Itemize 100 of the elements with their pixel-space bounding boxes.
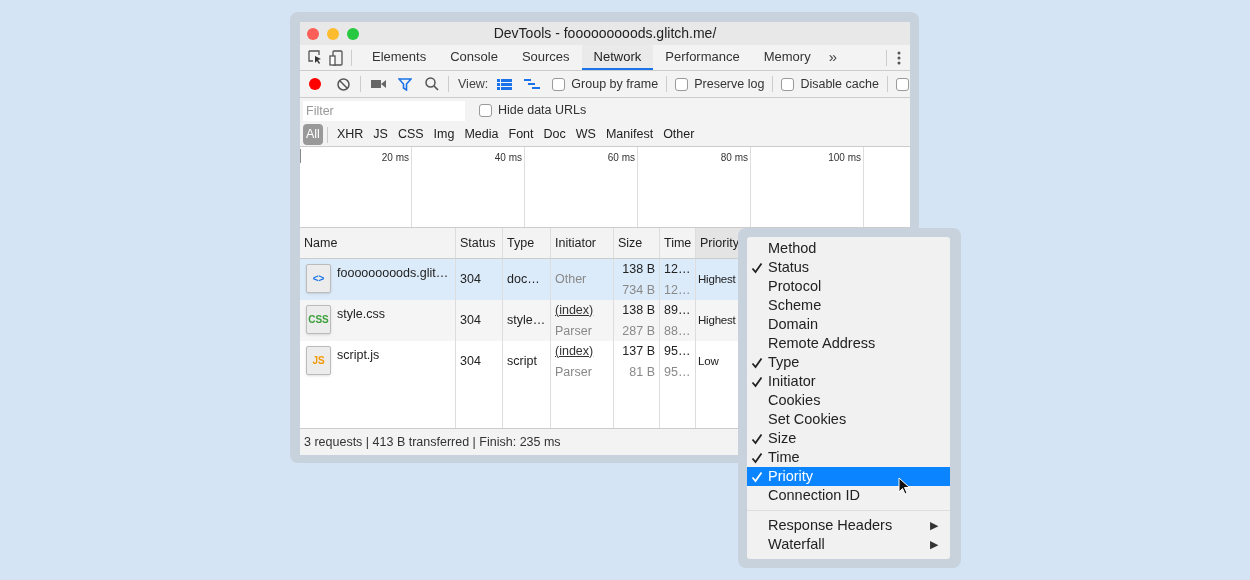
table-cell-text: style… (507, 312, 546, 330)
panel-tab[interactable]: Memory (751, 45, 823, 70)
table-cell-text: 304 (460, 353, 482, 371)
table-cell-text: fooooooooods.glit… (337, 265, 449, 282)
type-filter-button[interactable]: Img (428, 125, 460, 144)
large-rows-icon[interactable] (497, 78, 513, 90)
window-title: DevTools - fooooooooods.glitch.me/ (493, 24, 717, 43)
panel-tab[interactable]: Sources (509, 45, 582, 70)
table-cell-text: 138 B (622, 301, 655, 319)
checkmark-icon (751, 451, 763, 464)
video-camera-icon[interactable] (371, 79, 386, 89)
type-filter-button[interactable]: XHR (331, 125, 369, 144)
clear-icon[interactable] (337, 77, 350, 91)
table-cell-text: doc… (507, 271, 541, 289)
timeline-tick-label: 60 ms (607, 151, 635, 165)
more-options-icon[interactable] (897, 50, 901, 65)
checkbox-label[interactable]: Group by frame (571, 74, 659, 94)
column-header[interactable]: Initiator (551, 228, 614, 258)
checkmark-icon (751, 261, 763, 274)
timeline-tick-label: 100 ms (828, 151, 861, 165)
menu-item[interactable]: Priority (747, 467, 950, 486)
table-cell-text: Parser (555, 322, 593, 340)
table-cell-text: style.css (337, 306, 385, 323)
checkbox[interactable] (479, 104, 492, 117)
file-icon: <> (306, 264, 331, 293)
table-cell-text: Parser (555, 363, 593, 381)
table-cell-text: 138 B (622, 260, 655, 278)
type-filter-button[interactable]: Doc (538, 125, 571, 144)
checkmark-icon (751, 432, 763, 445)
waterfall-icon[interactable] (524, 78, 541, 90)
submenu-arrow: ▶ (930, 537, 938, 553)
table-cell-text: 304 (460, 312, 482, 330)
search-icon[interactable] (425, 77, 439, 91)
more-tabs-button[interactable]: » (828, 46, 837, 69)
menu-item[interactable]: Connection ID (747, 486, 950, 505)
checkbox-label[interactable]: Preserve log (694, 74, 765, 94)
inspect-icon[interactable] (308, 50, 323, 65)
panel-tab[interactable]: Console (438, 45, 510, 70)
menu-item[interactable]: Set Cookies (747, 410, 950, 429)
table-cell-text: 95… (664, 363, 691, 381)
checkbox-label[interactable]: Disable cache (800, 74, 879, 94)
checkmark-icon (751, 356, 763, 369)
table-cell-text: Other (555, 271, 587, 289)
checkbox[interactable] (895, 77, 909, 91)
table-cell-text: 12… (664, 260, 691, 278)
table-cell-text: 137 B (622, 342, 655, 360)
panel-tab[interactable]: Performance (653, 45, 752, 70)
timeline-tick-label: 40 ms (494, 151, 522, 165)
table-cell-text: script (507, 353, 538, 371)
panel-tab[interactable]: Network (581, 45, 654, 70)
menu-item[interactable]: Size (747, 429, 950, 448)
filter-field[interactable]: Filter (303, 100, 465, 121)
table-cell-text: 287 B (622, 322, 655, 340)
menu-item[interactable]: Cookies (747, 391, 950, 410)
filter-icon[interactable] (398, 77, 412, 91)
type-filter-button[interactable]: CSS (392, 125, 429, 144)
view-label: View: (458, 75, 489, 93)
type-filter-button[interactable]: WS (570, 125, 601, 144)
timeline-tick-label: 20 ms (381, 151, 409, 165)
device-icon[interactable] (329, 49, 343, 66)
table-cell-text: Highest (698, 271, 736, 287)
checkmark-icon (751, 375, 763, 388)
file-icon: JS (306, 346, 331, 375)
checkmark-icon (751, 470, 763, 483)
table-cell-text: 95… (664, 342, 691, 360)
column-header[interactable]: Size (614, 228, 660, 258)
table-cell-text: 12… (664, 281, 691, 299)
checkbox[interactable] (552, 77, 566, 91)
type-filter-button[interactable]: Other (658, 125, 700, 144)
mouse-pointer-icon (898, 477, 910, 495)
checkbox-label[interactable]: Hide data URLs (498, 101, 587, 120)
menu-item[interactable]: Waterfall ▶ (747, 535, 950, 554)
menu-item[interactable]: Time (747, 448, 950, 467)
table-cell-text: 81 B (629, 363, 655, 381)
panel-tab[interactable]: Elements (360, 45, 439, 70)
submenu-arrow: ▶ (930, 518, 938, 534)
table-cell-text: 304 (460, 271, 482, 289)
checkbox[interactable] (781, 77, 795, 91)
record-button[interactable] (308, 77, 322, 91)
column-header[interactable]: Status (456, 228, 503, 258)
table-cell-text: 734 B (622, 281, 655, 299)
checkbox[interactable] (675, 77, 689, 91)
column-header[interactable]: Type (503, 228, 551, 258)
table-cell-text: Highest (698, 312, 736, 328)
table-cell-text: Low (698, 353, 719, 369)
type-filter-button[interactable]: Manifest (600, 125, 659, 144)
initiator-link[interactable]: (index) (555, 300, 594, 320)
menu-item[interactable]: Method (747, 239, 950, 258)
table-cell-text: 89… (664, 301, 691, 319)
table-cell-text: script.js (337, 347, 380, 364)
type-filter-button[interactable]: Font (503, 125, 539, 144)
type-filter-button[interactable]: Media (459, 125, 504, 144)
initiator-link[interactable]: (index) (555, 341, 594, 361)
menu-item[interactable]: Response Headers ▶ (747, 516, 950, 535)
type-filter-button[interactable]: JS (368, 125, 393, 144)
file-icon: CSS (306, 305, 331, 334)
close-button[interactable] (307, 27, 319, 40)
column-header[interactable]: Name (300, 228, 456, 258)
timeline-tick-label: 80 ms (720, 151, 748, 165)
status-bar-text: 3 requests | 413 B transferred | Finish: 235 ms (304, 433, 561, 451)
